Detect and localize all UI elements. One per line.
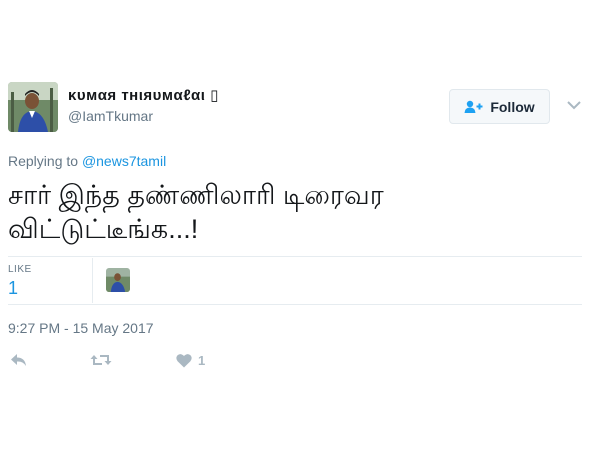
like-stat-count[interactable]: 1 (8, 278, 18, 299)
liker-avatar-image (106, 268, 130, 292)
like-action-count: 1 (198, 352, 206, 368)
reply-icon (11, 354, 26, 366)
follow-button[interactable]: Follow (449, 89, 550, 124)
liker-avatar[interactable] (106, 268, 130, 292)
tweet-text: சார் இந்த தண்ணிலாரி டிரைவர விட்டுட்டீங்க… (8, 178, 548, 246)
reply-context-prefix: Replying to (8, 153, 79, 169)
tweet-card: κυмαя тнιяυмαℓαι ▯ @IamTkumar Follow Rep… (0, 0, 600, 450)
divider (8, 304, 582, 305)
tweet-text-line: சார் இந்த தண்ணிலாரி டிரைவர (8, 180, 384, 210)
user-avatar[interactable] (8, 82, 58, 132)
person-add-icon (464, 100, 483, 113)
like-button[interactable]: 1 (176, 350, 205, 370)
avatar-image (8, 82, 58, 132)
like-stat-label: LIKE (8, 264, 32, 275)
user-handle[interactable]: @IamTkumar (68, 108, 153, 124)
divider (8, 256, 582, 257)
heart-icon (176, 353, 192, 367)
chevron-down-icon[interactable] (566, 98, 582, 112)
divider (92, 258, 93, 303)
follow-button-label: Follow (490, 98, 535, 115)
user-display-name-row[interactable]: κυмαя тнιяυмαℓαι ▯ (68, 86, 219, 104)
retweet-icon (90, 355, 112, 365)
tweet-timestamp[interactable]: 9:27 PM - 15 May 2017 (8, 320, 154, 336)
name-suffix-glyph: ▯ (210, 87, 219, 104)
reply-button[interactable] (10, 350, 28, 370)
tweet-text-line: விட்டுட்டீங்க...! (8, 214, 199, 244)
retweet-button[interactable] (90, 350, 112, 370)
user-display-name[interactable]: κυмαя тнιяυмαℓαι (68, 87, 205, 104)
reply-context: Replying to @news7tamil (8, 153, 166, 169)
mention-link[interactable]: @news7tamil (82, 153, 166, 169)
